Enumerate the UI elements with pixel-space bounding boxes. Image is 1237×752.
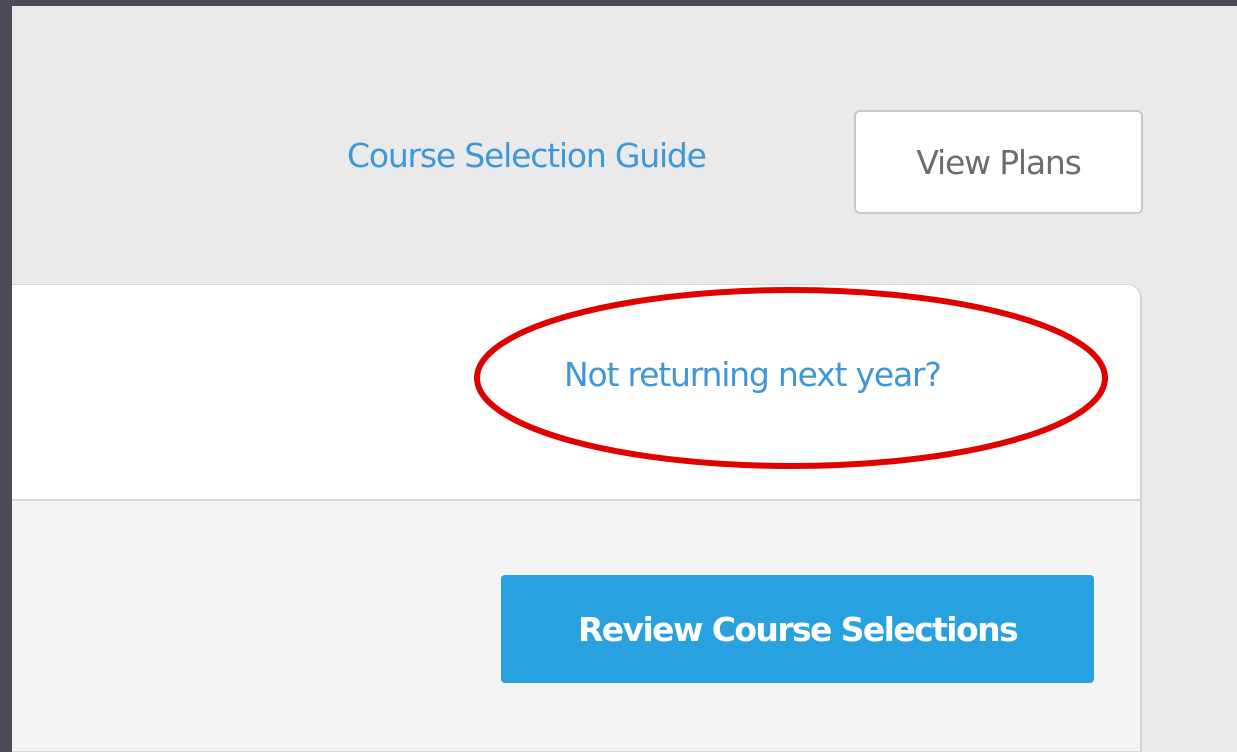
- review-course-selections-button[interactable]: Review Course Selections: [501, 575, 1094, 683]
- card-footer: Review Course Selections: [12, 501, 1140, 751]
- header-bar: Course Selection Guide View Plans: [12, 6, 1237, 276]
- course-selection-card: Not returning next year? Review Course S…: [12, 284, 1142, 752]
- course-selection-guide-link[interactable]: Course Selection Guide: [347, 136, 707, 175]
- page-frame: Course Selection Guide View Plans Not re…: [12, 6, 1237, 752]
- view-plans-button[interactable]: View Plans: [854, 110, 1143, 214]
- not-returning-next-year-link[interactable]: Not returning next year?: [564, 355, 942, 394]
- card-body: Not returning next year?: [12, 285, 1140, 501]
